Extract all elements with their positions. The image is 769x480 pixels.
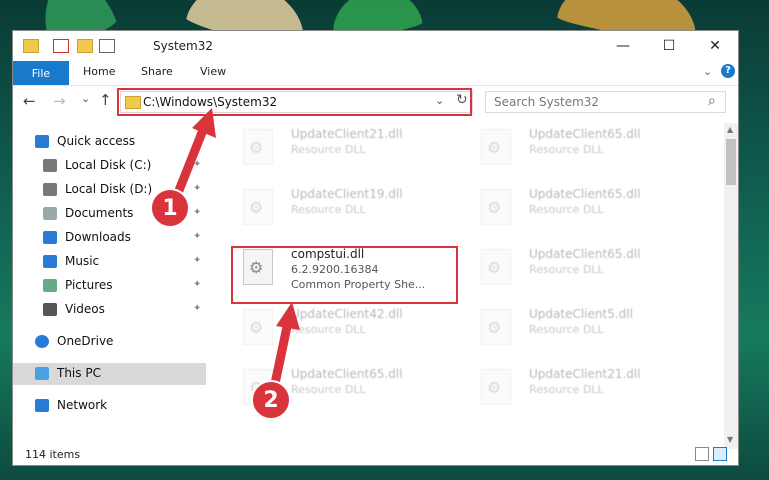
callout-badge-2: 2 [251, 380, 291, 420]
callout-badge-1: 1 [150, 188, 190, 228]
callout-arrows [167, 108, 300, 403]
